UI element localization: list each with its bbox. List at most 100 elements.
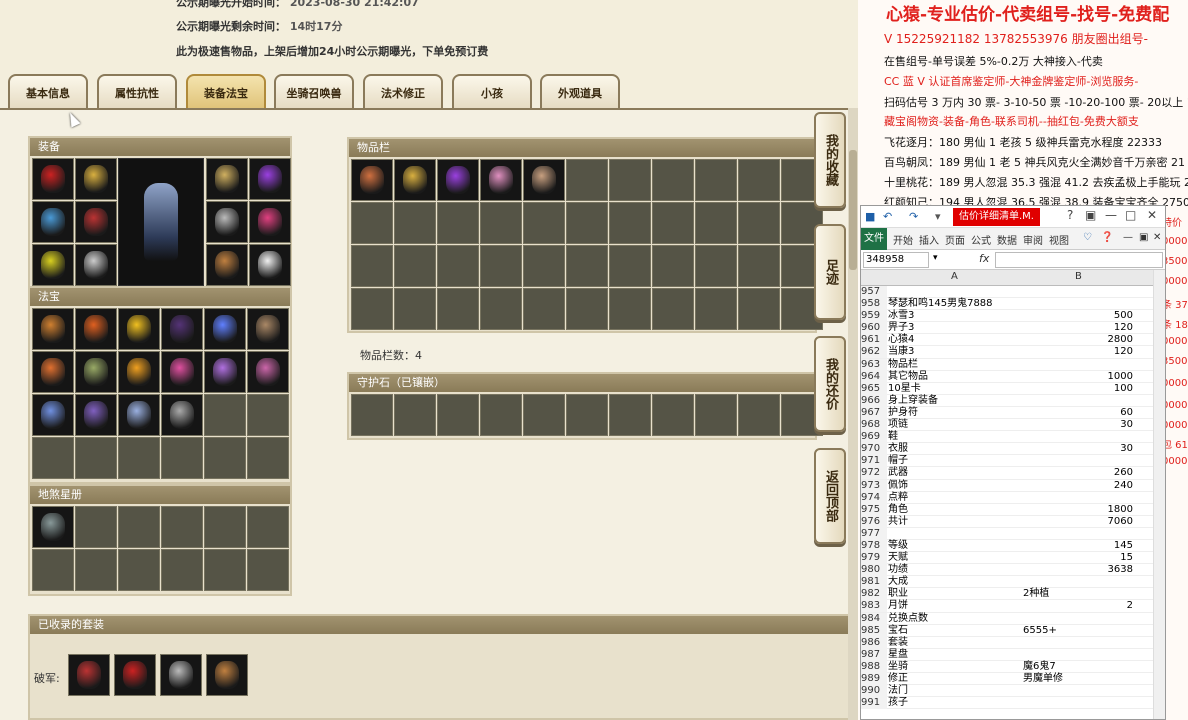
cell-a[interactable]: 修正 xyxy=(888,673,908,685)
row-number[interactable]: 963 xyxy=(861,358,887,371)
inventory-slot[interactable] xyxy=(652,202,694,244)
inventory-slot[interactable] xyxy=(351,245,393,287)
cell-a[interactable]: 套装 xyxy=(888,637,908,649)
guardian-stone-slot[interactable] xyxy=(523,394,565,436)
fabao-slot[interactable] xyxy=(161,437,203,479)
equip-slot[interactable] xyxy=(206,201,248,243)
fabao-slot[interactable] xyxy=(118,308,160,350)
guardian-stone-slot[interactable] xyxy=(394,394,436,436)
dishaxingce-slot[interactable] xyxy=(247,549,289,591)
cell-b[interactable]: 魔6鬼7 xyxy=(1023,661,1133,673)
fabao-slot[interactable] xyxy=(118,394,160,436)
cell-b[interactable]: 240 xyxy=(1023,480,1133,492)
row-number[interactable]: 986 xyxy=(861,636,887,649)
inventory-slot[interactable] xyxy=(652,159,694,201)
cell-a[interactable]: 大成 xyxy=(888,576,908,588)
cell-a[interactable]: 武器 xyxy=(888,467,908,479)
row-number[interactable]: 965 xyxy=(861,382,887,395)
back-to-top-button[interactable]: 返回顶部 xyxy=(814,448,846,544)
row-number[interactable]: 976 xyxy=(861,515,887,528)
fabao-slot[interactable] xyxy=(32,437,74,479)
row-number[interactable]: 960 xyxy=(861,322,887,335)
cell-a[interactable]: 心猿4 xyxy=(888,334,914,346)
equip-slot[interactable] xyxy=(75,244,117,286)
cell-b[interactable]: 15 xyxy=(1023,552,1133,564)
inventory-slot[interactable] xyxy=(437,245,479,287)
ribbon-help-icon[interactable]: ❓ xyxy=(1101,232,1113,243)
inventory-slot[interactable] xyxy=(652,288,694,330)
page-scrollbar-thumb[interactable] xyxy=(849,150,857,270)
cell-b[interactable]: 30 xyxy=(1023,419,1133,431)
inventory-slot[interactable] xyxy=(437,288,479,330)
fabao-slot[interactable] xyxy=(118,437,160,479)
cell-a[interactable]: 其它物品 xyxy=(888,371,928,383)
cell-a[interactable]: 星盘 xyxy=(888,649,908,661)
ribbon-tab-view[interactable]: 视图 xyxy=(1049,232,1069,247)
cell-b[interactable]: 100 xyxy=(1023,383,1133,395)
ribbon-tab-insert[interactable]: 插入 xyxy=(919,232,939,247)
inventory-slot[interactable] xyxy=(738,202,780,244)
fabao-slot[interactable] xyxy=(161,351,203,393)
row-number[interactable]: 967 xyxy=(861,406,887,419)
inventory-slot[interactable] xyxy=(566,245,608,287)
row-number[interactable]: 964 xyxy=(861,370,887,383)
cell-a[interactable]: 共计 xyxy=(888,516,908,528)
ribbon-tab-file[interactable]: 文件 xyxy=(861,228,887,250)
inventory-slot[interactable] xyxy=(523,245,565,287)
ribbon-tab-formula[interactable]: 公式 xyxy=(971,232,991,247)
cell-b[interactable]: 2种植 xyxy=(1023,588,1133,600)
inventory-slot[interactable] xyxy=(351,288,393,330)
suit-item[interactable] xyxy=(160,654,202,696)
cell-a[interactable]: 宝石 xyxy=(888,625,908,637)
fabao-slot[interactable] xyxy=(32,351,74,393)
cell-a[interactable]: 帽子 xyxy=(888,455,908,467)
equip-slot[interactable] xyxy=(32,244,74,286)
tab-child[interactable]: 小孩 xyxy=(452,74,532,108)
tab-attributes[interactable]: 属性抗性 xyxy=(97,74,177,108)
fabao-slot[interactable] xyxy=(32,394,74,436)
tab-basic-info[interactable]: 基本信息 xyxy=(8,74,88,108)
cell-a[interactable]: 坐骑 xyxy=(888,661,908,673)
cell-a[interactable]: 职业 xyxy=(888,588,908,600)
dishaxingce-slot[interactable] xyxy=(118,506,160,548)
cell-a[interactable]: 月饼 xyxy=(888,600,908,612)
inventory-slot[interactable] xyxy=(566,288,608,330)
equip-slot[interactable] xyxy=(206,244,248,286)
inventory-slot[interactable] xyxy=(738,245,780,287)
inventory-slot[interactable] xyxy=(351,159,393,201)
row-number[interactable]: 966 xyxy=(861,394,887,407)
fx-icon[interactable]: fx xyxy=(979,252,989,265)
fabao-slot[interactable] xyxy=(118,351,160,393)
cell-b[interactable]: 145 xyxy=(1023,540,1133,552)
namebox-dropdown-icon[interactable]: ▾ xyxy=(933,253,938,263)
fabao-slot[interactable] xyxy=(204,351,246,393)
dishaxingce-slot[interactable] xyxy=(32,549,74,591)
row-number[interactable]: 988 xyxy=(861,660,887,673)
ribbon-tab-data[interactable]: 数据 xyxy=(997,232,1017,247)
equip-slot[interactable] xyxy=(249,201,291,243)
cell-b[interactable]: 7060 xyxy=(1023,516,1133,528)
tab-appearance[interactable]: 外观道具 xyxy=(540,74,620,108)
suit-item[interactable] xyxy=(114,654,156,696)
equip-slot[interactable] xyxy=(206,158,248,200)
inventory-slot[interactable] xyxy=(738,288,780,330)
sheet-scrollbar[interactable] xyxy=(1153,270,1165,719)
ribbon-tab-review[interactable]: 审阅 xyxy=(1023,232,1043,247)
ribbon-restore-icon[interactable]: ▣ xyxy=(1139,232,1148,243)
ribbon-display-icon[interactable]: ▣ xyxy=(1085,208,1096,222)
ribbon-tab-home[interactable]: 开始 xyxy=(893,232,913,247)
help-icon[interactable]: ? xyxy=(1067,208,1073,222)
dishaxingce-slot[interactable] xyxy=(75,549,117,591)
inventory-slot[interactable] xyxy=(609,202,651,244)
cell-a[interactable]: 功绩 xyxy=(888,564,908,576)
cell-b[interactable]: 男魔单修 xyxy=(1023,673,1133,685)
fabao-slot[interactable] xyxy=(247,394,289,436)
ribbon-minimize-icon[interactable]: — xyxy=(1123,232,1133,243)
guardian-stone-slot[interactable] xyxy=(738,394,780,436)
fabao-slot[interactable] xyxy=(247,437,289,479)
inventory-slot[interactable] xyxy=(437,159,479,201)
inventory-slot[interactable] xyxy=(609,288,651,330)
cell-b[interactable]: 60 xyxy=(1023,407,1133,419)
cell-a[interactable]: 冰雪3 xyxy=(888,310,914,322)
cell-a[interactable]: 天赋 xyxy=(888,552,908,564)
